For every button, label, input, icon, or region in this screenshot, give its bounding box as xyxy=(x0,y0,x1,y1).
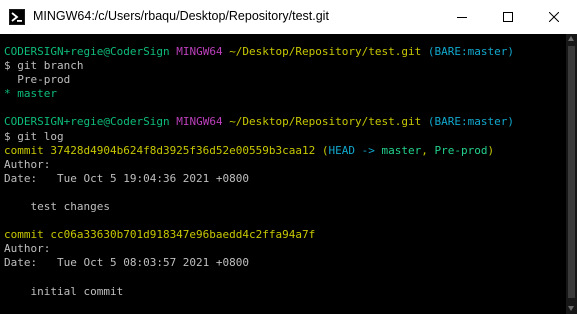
scroll-down-icon[interactable] xyxy=(568,306,574,311)
terminal-segment: MINGW64 xyxy=(176,115,223,129)
minimize-icon xyxy=(457,17,467,18)
terminal-segment: (BARE:master) xyxy=(427,45,514,58)
minimize-button[interactable] xyxy=(439,0,485,34)
terminal-segment xyxy=(421,45,428,58)
terminal-segment: initial commit xyxy=(4,284,124,298)
window-title: MINGW64:/c/Users/rbaqu/Desktop/Repositor… xyxy=(33,9,329,23)
terminal-line: Pre-prod xyxy=(4,73,514,87)
scrollbar-thumb[interactable] xyxy=(568,46,575,298)
terminal-segment: ~/Desktop/Repository/test.git xyxy=(229,115,422,129)
maximize-button[interactable] xyxy=(485,0,531,34)
terminal-line: $ git branch xyxy=(4,59,514,73)
terminal-segment: * master xyxy=(4,87,57,101)
close-button[interactable] xyxy=(531,0,577,34)
title-bar[interactable]: MINGW64:/c/Users/rbaqu/Desktop/Repositor… xyxy=(0,0,577,34)
terminal-line: test changes xyxy=(4,200,514,214)
scroll-up-icon[interactable] xyxy=(568,36,574,41)
terminal-line: commit cc06a33630b701d918347e96baedd4c2f… xyxy=(4,228,514,242)
terminal-segment: $ git branch xyxy=(4,59,84,73)
terminal-line: initial commit xyxy=(4,285,514,299)
terminal-line: Author: xyxy=(4,158,514,172)
terminal-segment: Date: Tue Oct 5 19:04:36 2021 +0800 xyxy=(4,171,250,185)
maximize-icon xyxy=(503,12,513,22)
terminal-line: Date: Tue Oct 5 08:03:57 2021 +0800 xyxy=(4,256,514,270)
terminal-segment: $ git log xyxy=(4,129,64,143)
terminal-segment: Date: Tue Oct 5 08:03:57 2021 +0800 xyxy=(4,256,250,270)
terminal-segment: ~/Desktop/Repository/test.git xyxy=(229,45,422,58)
terminal-output[interactable]: CODERSIGN+regie@CoderSign MINGW64 ~/Desk… xyxy=(0,34,566,314)
terminal-line: commit 37428d4904b624f8d3925f36d52e00559… xyxy=(4,144,514,158)
terminal-segment: (BARE:master) xyxy=(427,115,514,129)
terminal-segment: commit 37428d4904b624f8d3925f36d52e00559… xyxy=(4,143,329,157)
mingw-terminal-icon[interactable] xyxy=(9,9,25,25)
terminal-line: Date: Tue Oct 5 19:04:36 2021 +0800 xyxy=(4,172,514,186)
terminal-segment: Author: xyxy=(4,157,57,171)
terminal-segment: test changes xyxy=(4,200,110,214)
terminal-line: CODERSIGN+regie@CoderSign MINGW64 ~/Desk… xyxy=(4,115,514,129)
terminal-window: MINGW64:/c/Users/rbaqu/Desktop/Repositor… xyxy=(0,0,577,314)
terminal-segment: , xyxy=(421,143,435,157)
terminal-segment xyxy=(421,115,428,128)
terminal-segment: commit cc06a33630b701d918347e96baedd4c2f… xyxy=(4,228,316,242)
terminal-line: $ git log xyxy=(4,130,514,144)
close-icon xyxy=(549,12,559,22)
terminal-line: * master xyxy=(4,87,514,101)
terminal-segment: Author: xyxy=(4,242,57,256)
vertical-scrollbar[interactable] xyxy=(566,34,577,314)
terminal-segment: Pre-prod xyxy=(434,143,488,157)
terminal-segment: MINGW64 xyxy=(176,45,223,58)
terminal-segment: ) xyxy=(487,143,495,157)
terminal-segment: CODERSIGN+regie@CoderSign xyxy=(4,45,170,58)
terminal-segment: master xyxy=(381,143,422,157)
terminal-line: Author: xyxy=(4,242,514,256)
terminal-segment: HEAD -> xyxy=(328,143,382,157)
terminal-segment: Pre-prod xyxy=(4,73,71,87)
terminal-text: CODERSIGN+regie@CoderSign MINGW64 ~/Desk… xyxy=(4,45,514,299)
terminal-line: CODERSIGN+regie@CoderSign MINGW64 ~/Desk… xyxy=(4,45,514,59)
terminal-segment: CODERSIGN+regie@CoderSign xyxy=(4,115,170,129)
